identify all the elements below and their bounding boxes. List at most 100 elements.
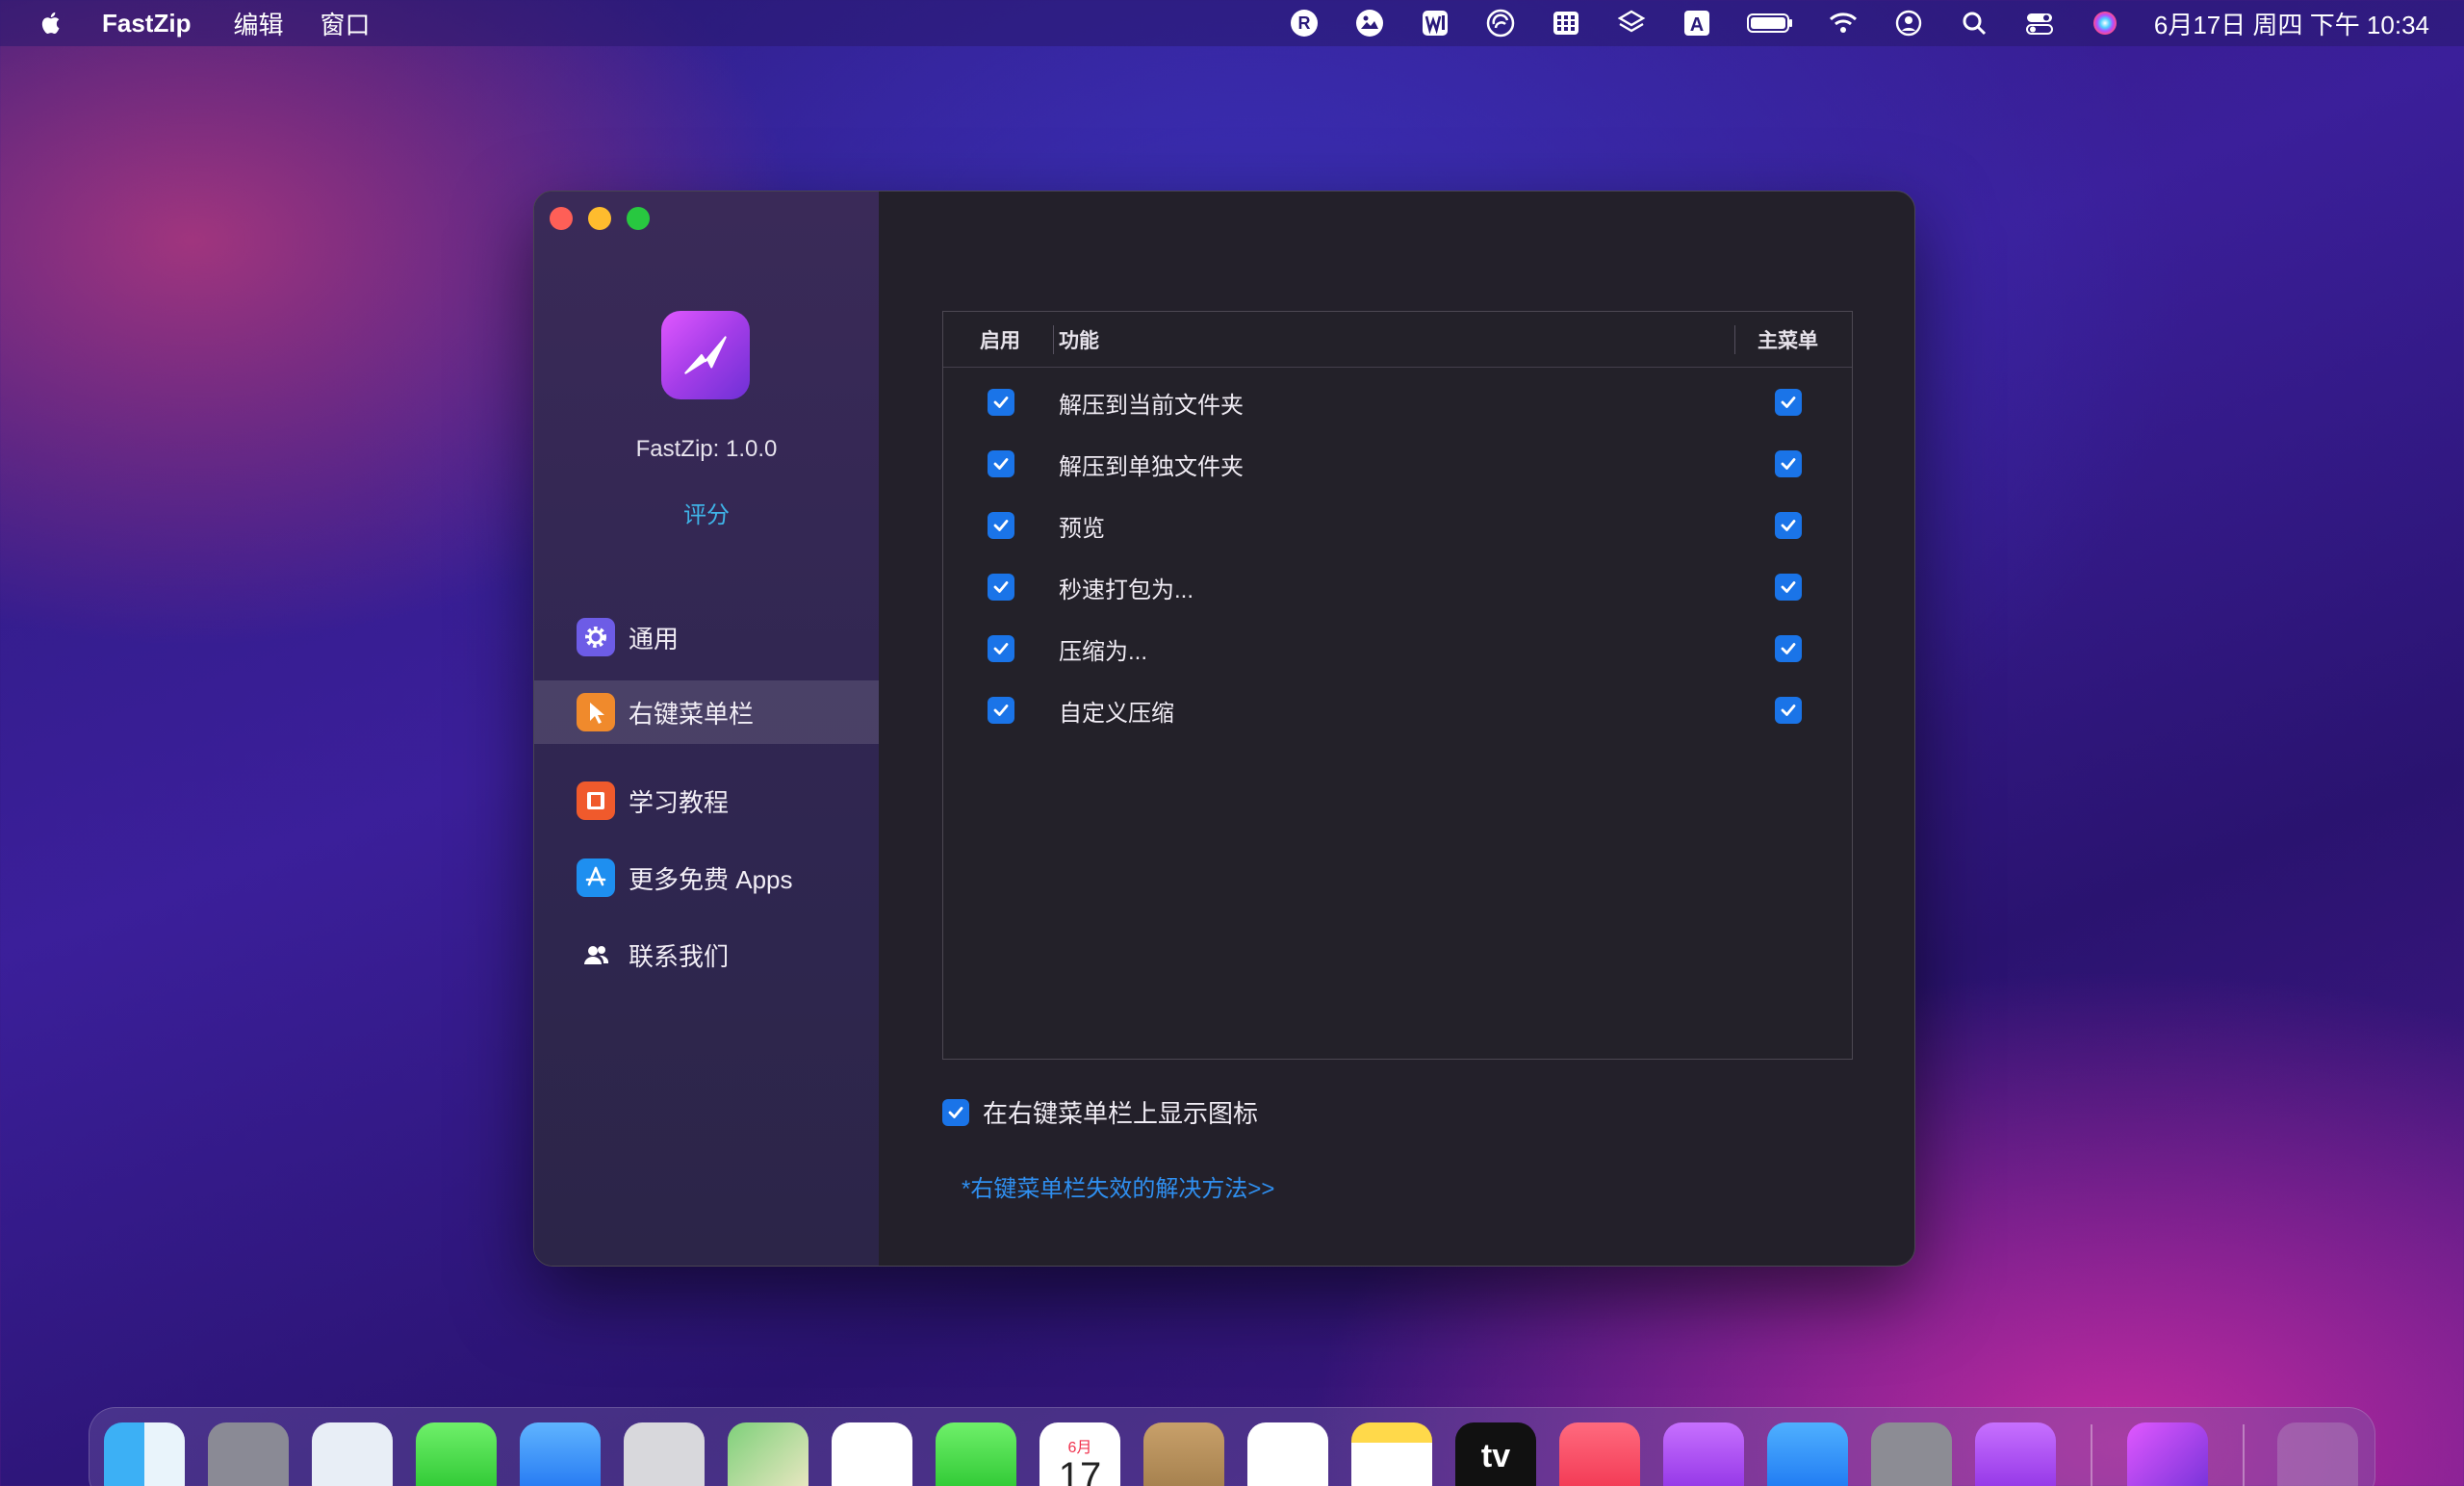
- enable-checkbox[interactable]: [988, 697, 1014, 724]
- dock-tv-icon[interactable]: tv: [1455, 1422, 1536, 1486]
- r-icon[interactable]: R: [1288, 7, 1321, 39]
- dock-app-store-icon[interactable]: [1767, 1422, 1848, 1486]
- menu-bar: FastZip 编辑 窗口 R A 6月17日 周四 下午 10:34: [0, 0, 2464, 46]
- show-icon-option[interactable]: 在右键菜单栏上显示图标: [942, 1094, 1258, 1130]
- app-version: FastZip: 1.0.0: [635, 436, 778, 462]
- user-icon[interactable]: [1892, 7, 1925, 39]
- table-row[interactable]: 预览: [943, 495, 1852, 556]
- status-area: R A 6月17日 周四 下午 10:34: [1255, 0, 2429, 46]
- main-menu-checkbox[interactable]: [1775, 512, 1802, 539]
- menu-window[interactable]: 窗口: [320, 6, 370, 41]
- sidebar-item-label: 通用: [629, 624, 680, 653]
- close-button[interactable]: [550, 207, 573, 230]
- main-menu-checkbox[interactable]: [1775, 635, 1802, 662]
- dock-podcasts-icon[interactable]: [1663, 1422, 1744, 1486]
- main-menu-checkbox[interactable]: [1775, 697, 1802, 724]
- sidebar-item-context-menu[interactable]: 右键菜单栏: [534, 680, 879, 744]
- w-icon[interactable]: [1419, 7, 1451, 39]
- dock-system-preferences-icon[interactable]: [1871, 1422, 1952, 1486]
- photo-icon[interactable]: [1353, 7, 1386, 39]
- siri-icon[interactable]: [2089, 7, 2121, 39]
- enable-checkbox[interactable]: [988, 450, 1014, 477]
- a-icon[interactable]: A: [1681, 7, 1713, 39]
- table-row[interactable]: 压缩为...: [943, 618, 1852, 679]
- dock-calendar-icon[interactable]: 6月 17: [1040, 1422, 1120, 1486]
- function-label: 自定义压缩: [1059, 700, 1174, 727]
- fastzip-window: FastZip: 1.0.0 评分 通用 右键菜单栏 学习教程 更多免费 App…: [533, 191, 1915, 1267]
- table-row[interactable]: 自定义压缩: [943, 679, 1852, 741]
- dock-safari-icon[interactable]: [312, 1422, 393, 1486]
- fix-context-menu-link[interactable]: *右键菜单栏失效的解决方法>>: [962, 1169, 1274, 1203]
- layers-icon[interactable]: [1615, 7, 1648, 39]
- sidebar-item-label: 学习教程: [629, 787, 730, 817]
- wifi-icon[interactable]: [1827, 7, 1860, 39]
- header-divider: [1734, 325, 1735, 354]
- speed-icon[interactable]: [1484, 7, 1517, 39]
- grid-icon[interactable]: [1550, 7, 1582, 39]
- dock-launchpad-icon[interactable]: [208, 1422, 289, 1486]
- minimize-button[interactable]: [588, 207, 611, 230]
- dock-finder-icon[interactable]: [104, 1422, 185, 1486]
- dock-trash-icon[interactable]: [2277, 1422, 2358, 1486]
- header-function[interactable]: 功能: [1059, 325, 1099, 354]
- dock-music-icon[interactable]: [1559, 1422, 1640, 1486]
- gear-icon: [577, 618, 615, 656]
- table-row[interactable]: 解压到单独文件夹: [943, 433, 1852, 495]
- sidebar-item-tutorials[interactable]: 学习教程: [534, 769, 879, 833]
- dock-mail-icon[interactable]: [520, 1422, 601, 1486]
- function-label: 预览: [1059, 515, 1105, 542]
- zoom-button[interactable]: [627, 207, 650, 230]
- dock-notes-icon[interactable]: [1351, 1422, 1432, 1486]
- dock-reminders-icon[interactable]: [1247, 1422, 1328, 1486]
- calendar-day: 17: [1058, 1455, 1102, 1486]
- dock-contacts-icon[interactable]: [1143, 1422, 1224, 1486]
- app-store-icon: [577, 858, 615, 897]
- fastzip-app-icon: [661, 311, 750, 399]
- dock-photos-icon[interactable]: [832, 1422, 912, 1486]
- dock-facetime-icon[interactable]: [936, 1422, 1016, 1486]
- main-menu-checkbox[interactable]: [1775, 574, 1802, 601]
- table-row[interactable]: 解压到当前文件夹: [943, 372, 1852, 433]
- apple-icon[interactable]: [37, 8, 67, 38]
- enable-checkbox[interactable]: [988, 512, 1014, 539]
- context-menu-table: 启用 功能 主菜单 解压到当前文件夹 解压到单独文件夹 预览秒速打包为... 压缩为.…: [942, 311, 1853, 1060]
- main-menu-checkbox[interactable]: [1775, 450, 1802, 477]
- content-pane: 启用 功能 主菜单 解压到当前文件夹 解压到单独文件夹 预览秒速打包为... 压缩为.…: [879, 192, 1914, 1266]
- control-center-icon[interactable]: [2023, 7, 2056, 39]
- battery-icon[interactable]: [1746, 7, 1794, 39]
- menu-edit[interactable]: 编辑: [233, 6, 283, 41]
- dock-feedback-icon[interactable]: [1975, 1422, 2056, 1486]
- enable-checkbox[interactable]: [988, 635, 1014, 662]
- function-label: 秒速打包为...: [1059, 576, 1194, 603]
- header-divider: [1053, 325, 1054, 354]
- sidebar-item-general[interactable]: 通用: [534, 605, 879, 669]
- dock-screenshot-icon[interactable]: [624, 1422, 705, 1486]
- dock-messages-icon[interactable]: [416, 1422, 497, 1486]
- sidebar-item-label: 更多免费 Apps: [629, 864, 793, 894]
- dock-maps-icon[interactable]: [728, 1422, 808, 1486]
- sidebar-item-label: 联系我们: [629, 941, 730, 971]
- header-enable[interactable]: 启用: [980, 325, 1020, 354]
- main-menu-checkbox[interactable]: [1775, 389, 1802, 416]
- calendar-month: 6月: [1067, 1440, 1092, 1456]
- show-icon-checkbox[interactable]: [942, 1098, 969, 1126]
- rate-link[interactable]: 评分: [534, 496, 879, 529]
- function-label: 解压到当前文件夹: [1059, 392, 1244, 419]
- clock[interactable]: 6月17日 周四 下午 10:34: [2154, 6, 2429, 41]
- dock-fastzip-icon[interactable]: [2127, 1422, 2208, 1486]
- enable-checkbox[interactable]: [988, 574, 1014, 601]
- table-row[interactable]: 秒速打包为...: [943, 556, 1852, 618]
- enable-checkbox[interactable]: [988, 389, 1014, 416]
- sidebar-item-contact[interactable]: 联系我们: [534, 923, 879, 986]
- header-main-menu[interactable]: 主菜单: [1758, 325, 1818, 354]
- function-label: 压缩为...: [1059, 638, 1148, 665]
- svg-text:A: A: [1690, 14, 1704, 36]
- search-icon[interactable]: [1958, 7, 1990, 39]
- menu-app-name[interactable]: FastZip: [102, 9, 191, 38]
- tv-label: tv: [1480, 1438, 1511, 1474]
- book-icon: [577, 781, 615, 820]
- sidebar-item-more-apps[interactable]: 更多免费 Apps: [534, 846, 879, 910]
- function-label: 解压到单独文件夹: [1059, 453, 1244, 480]
- dock-separator: [2091, 1424, 2092, 1486]
- table-header: 启用 功能 主菜单: [943, 312, 1852, 368]
